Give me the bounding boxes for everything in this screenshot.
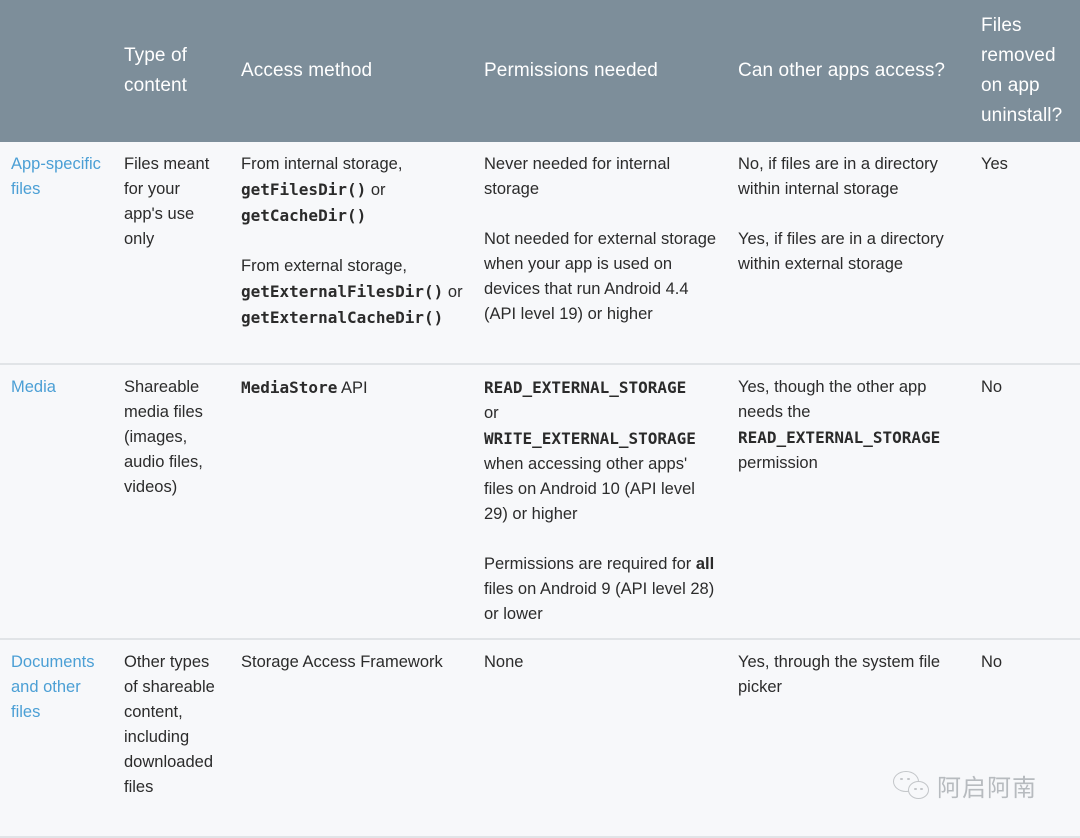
row-label-app-specific-files[interactable]: App-specific files [0,142,113,364]
access-external: From external storage, getExternalFilesD… [241,254,463,331]
text: Yes, though the other app needs the [738,378,927,421]
text: API [341,379,368,397]
table-header: Type of content Access method Permission… [0,0,1080,142]
text: files on Android 9 (API level 28) or low… [484,580,715,623]
text: From external storage, [241,257,407,275]
cell-removed-on-uninstall: No [981,378,1003,396]
text: or [370,181,386,199]
cell-access-method: MediaStore API [230,364,473,639]
code-read-external-storage: READ_EXTERNAL_STORAGE [484,378,687,397]
cell-type-of-content: Shareable media files (images, audio fil… [124,378,203,496]
header-type-of-content: Type of content [124,45,188,96]
watermark-text: 阿启阿南 [937,775,1037,802]
emphasis-all: all [695,555,715,573]
cell-permissions: Never needed for internal storage Not ne… [473,142,727,364]
watermark: 阿启阿南 [893,768,1037,803]
code-getexternalcachedir: getExternalCacheDir() [241,308,444,327]
table-row: Media Shareable media files (images, aud… [0,364,1080,639]
header-access-method: Access method [241,60,373,81]
permissions-android9: Permissions are required for all files o… [484,552,717,627]
text: From internal storage, [241,155,403,173]
cell-removed-on-uninstall: No [981,653,1003,671]
code-getcachedir: getCacheDir() [241,206,367,225]
code-getfilesdir: getFilesDir() [241,180,367,199]
header-removed-on-uninstall: Files removed on app uninstall? [981,15,1063,126]
row-label-media[interactable]: Media [0,364,113,639]
text: or [484,404,499,422]
header-permissions-needed: Permissions needed [484,60,658,81]
cell-type-of-content: Files meant for your app's use only [124,155,210,248]
code-write-external-storage: WRITE_EXTERNAL_STORAGE [484,429,696,448]
cell-other-apps: Yes, though the other app needs the READ… [727,364,970,639]
cell-other-apps: Yes, through the system file picker [738,653,941,696]
header-row: Type of content Access method Permission… [0,0,1080,142]
text: permission [738,454,818,472]
table-body: App-specific files Files meant for your … [0,142,1080,837]
header-other-apps-access: Can other apps access? [738,60,946,81]
other-apps-external: Yes, if files are in a directory within … [738,230,944,273]
code-getexternalfilesdir: getExternalFilesDir() [241,282,444,301]
permissions-android10: READ_EXTERNAL_STORAGE or WRITE_EXTERNAL_… [484,375,717,527]
cell-permissions: None [484,653,524,671]
other-apps-internal: No, if files are in a directory within i… [738,155,938,198]
permissions-internal: Never needed for internal storage [484,155,671,198]
cell-type-of-content: Other types of shareable content, includ… [124,653,215,796]
cell-removed-on-uninstall: Yes [981,155,1008,173]
row-label-documents-and-other-files[interactable]: Documents and other files [0,639,113,837]
cell-permissions: READ_EXTERNAL_STORAGE or WRITE_EXTERNAL_… [473,364,727,639]
wechat-icon [893,770,933,801]
table-row: Documents and other files Other types of… [0,639,1080,837]
text: Permissions are required for [484,555,692,573]
text: or [447,283,463,301]
code-mediastore: MediaStore [241,378,338,397]
cell-other-apps: No, if files are in a directory within i… [727,142,970,364]
table-row: App-specific files Files meant for your … [0,142,1080,364]
storage-comparison-table: Type of content Access method Permission… [0,0,1080,838]
text: when accessing other apps' files on Andr… [484,455,695,523]
cell-access-method: Storage Access Framework [241,653,443,671]
permissions-external: Not needed for external storage when you… [484,230,717,323]
cell-access-method: From internal storage, getFilesDir() or … [230,142,473,364]
access-internal: From internal storage, getFilesDir() or … [241,152,463,229]
header-empty [0,0,113,142]
code-read-external-storage: READ_EXTERNAL_STORAGE [738,428,941,447]
